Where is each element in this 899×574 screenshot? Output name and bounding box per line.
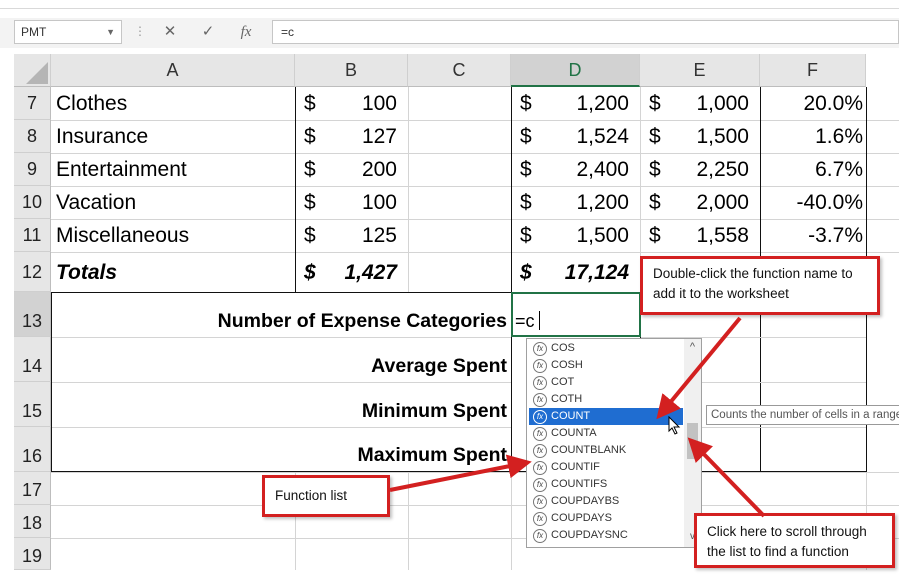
arrow-to-count — [656, 316, 742, 420]
arrow-to-list — [389, 454, 532, 492]
arrow-to-scrollbar — [687, 437, 766, 518]
annotation-arrows — [389, 316, 766, 518]
